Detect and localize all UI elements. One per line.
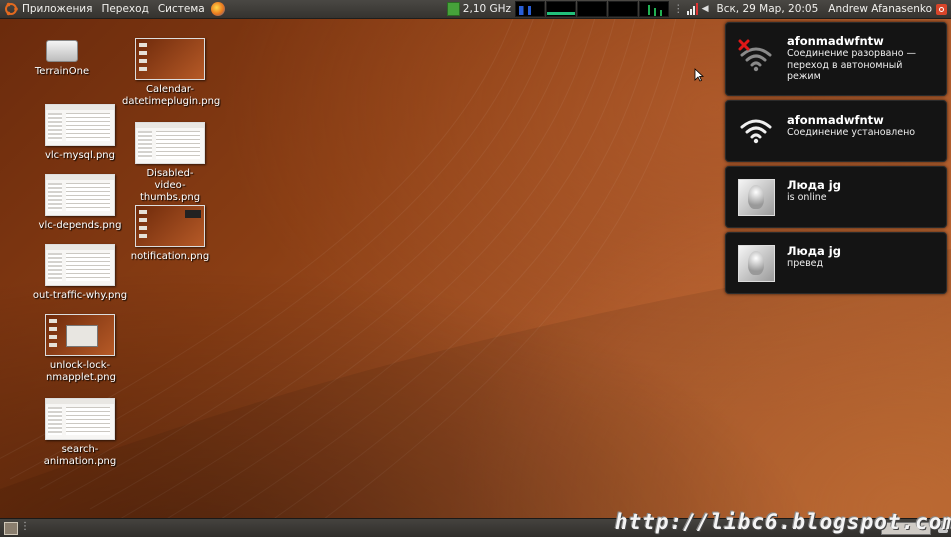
notification-bubble[interactable]: Люда jg is online [725, 166, 947, 228]
desktop-icon-label: search-animation.png [43, 444, 117, 467]
desktop-icon-vlc-depends[interactable]: vlc-depends.png [32, 174, 128, 232]
ubuntu-logo-icon[interactable] [4, 2, 18, 16]
desktop-icon-label: unlock-lock-nmapplet.png [46, 360, 116, 383]
panel-handle-icon: ⋮ [20, 521, 30, 532]
desktop-icon-label: Calendar-datetimeplugin.png [122, 84, 221, 107]
notification-body: is online [787, 192, 827, 203]
desktop-icon-notification[interactable]: notification.png [122, 205, 218, 263]
cpu-freq-icon[interactable] [446, 2, 460, 16]
image-thumbnail [45, 314, 115, 356]
volume-icon[interactable]: ◀ [702, 4, 709, 14]
panel-indicators: 2,10 GHz ⋮ ◀ Вск, 29 Мар, 20:05 Andrew A… [446, 0, 951, 18]
image-thumbnail [45, 104, 115, 146]
power-icon[interactable] [936, 3, 947, 15]
notification-body: Соединение установлено [787, 127, 916, 138]
desktop-icon-label: out-traffic-why.png [32, 290, 128, 301]
image-thumbnail [135, 38, 205, 80]
menu-places[interactable]: Переход [101, 3, 148, 15]
cpu-freq-value: 2,10 GHz [462, 3, 512, 15]
desktop-icon-calendar-datetimeplugin[interactable]: Calendar-datetimeplugin.png [122, 38, 221, 108]
contact-avatar [738, 179, 775, 216]
show-desktop-icon[interactable] [4, 522, 18, 535]
desktop-icon-terrainone[interactable]: TerrainOne [14, 38, 110, 78]
notification-body: превед [787, 258, 824, 269]
firefox-launcher-icon[interactable] [210, 2, 225, 16]
image-thumbnail [135, 122, 205, 164]
desktop-icon-disabled-video-thumbs[interactable]: Disabled-video-thumbs.png [122, 122, 218, 204]
desktop-icon-label: vlc-mysql.png [44, 150, 115, 161]
drive-icon [46, 40, 78, 62]
menu-applications[interactable]: Приложения [22, 3, 92, 15]
desktop-icon-label: Disabled-video-thumbs.png [139, 168, 201, 203]
notification-bubble[interactable]: afonmadwfntw Соединение установлено [725, 100, 947, 162]
desktop-icon-label: vlc-depends.png [38, 220, 122, 231]
notification-title: afonmadwfntw [787, 34, 884, 48]
desktop-icon-vlc-mysql[interactable]: vlc-mysql.png [32, 104, 128, 162]
clock[interactable]: Вск, 29 Мар, 20:05 [716, 3, 818, 15]
desktop-icon-out-traffic-why[interactable]: out-traffic-why.png [32, 244, 128, 302]
desktop-icon-label: notification.png [130, 251, 210, 262]
image-thumbnail [45, 174, 115, 216]
image-thumbnail [45, 244, 115, 286]
notification-bubble[interactable]: Люда jg превед [725, 232, 947, 294]
contact-avatar [738, 245, 775, 282]
panel-handle-icon: ⋮ [673, 3, 684, 15]
wifi-disconnected-icon [738, 39, 772, 72]
mouse-cursor-icon [694, 68, 704, 82]
notification-title: Люда jg [787, 244, 841, 258]
desktop-icon-search-animation[interactable]: search-animation.png [32, 398, 128, 468]
image-thumbnail [135, 205, 205, 247]
cpu-graph[interactable] [515, 1, 546, 17]
desktop-icon-label: TerrainOne [34, 66, 90, 77]
network-signal-icon[interactable] [686, 3, 699, 15]
desktop-icon-unlock-lock-nmapplet[interactable]: unlock-lock-nmapplet.png [32, 314, 128, 384]
notification-title: Люда jg [787, 178, 841, 192]
notification-body: Соединение разорвано — переход в автоном… [787, 48, 917, 82]
memory-graph[interactable] [546, 1, 577, 17]
menu-system[interactable]: Система [158, 3, 205, 15]
notification-bubble[interactable]: afonmadwfntw Соединение разорвано — пере… [725, 22, 947, 96]
user-switcher[interactable]: Andrew Afanasenko [828, 3, 932, 15]
image-thumbnail [45, 398, 115, 440]
notification-title: afonmadwfntw [787, 113, 884, 127]
load-graph[interactable] [639, 1, 670, 17]
network-graph[interactable] [577, 1, 608, 17]
swap-graph[interactable] [608, 1, 639, 17]
watermark: http://libc6.blogspot.com [615, 510, 951, 534]
wifi-icon [740, 119, 772, 144]
top-panel: Приложения Переход Система 2,10 GHz ⋮ ◀ … [0, 0, 951, 19]
